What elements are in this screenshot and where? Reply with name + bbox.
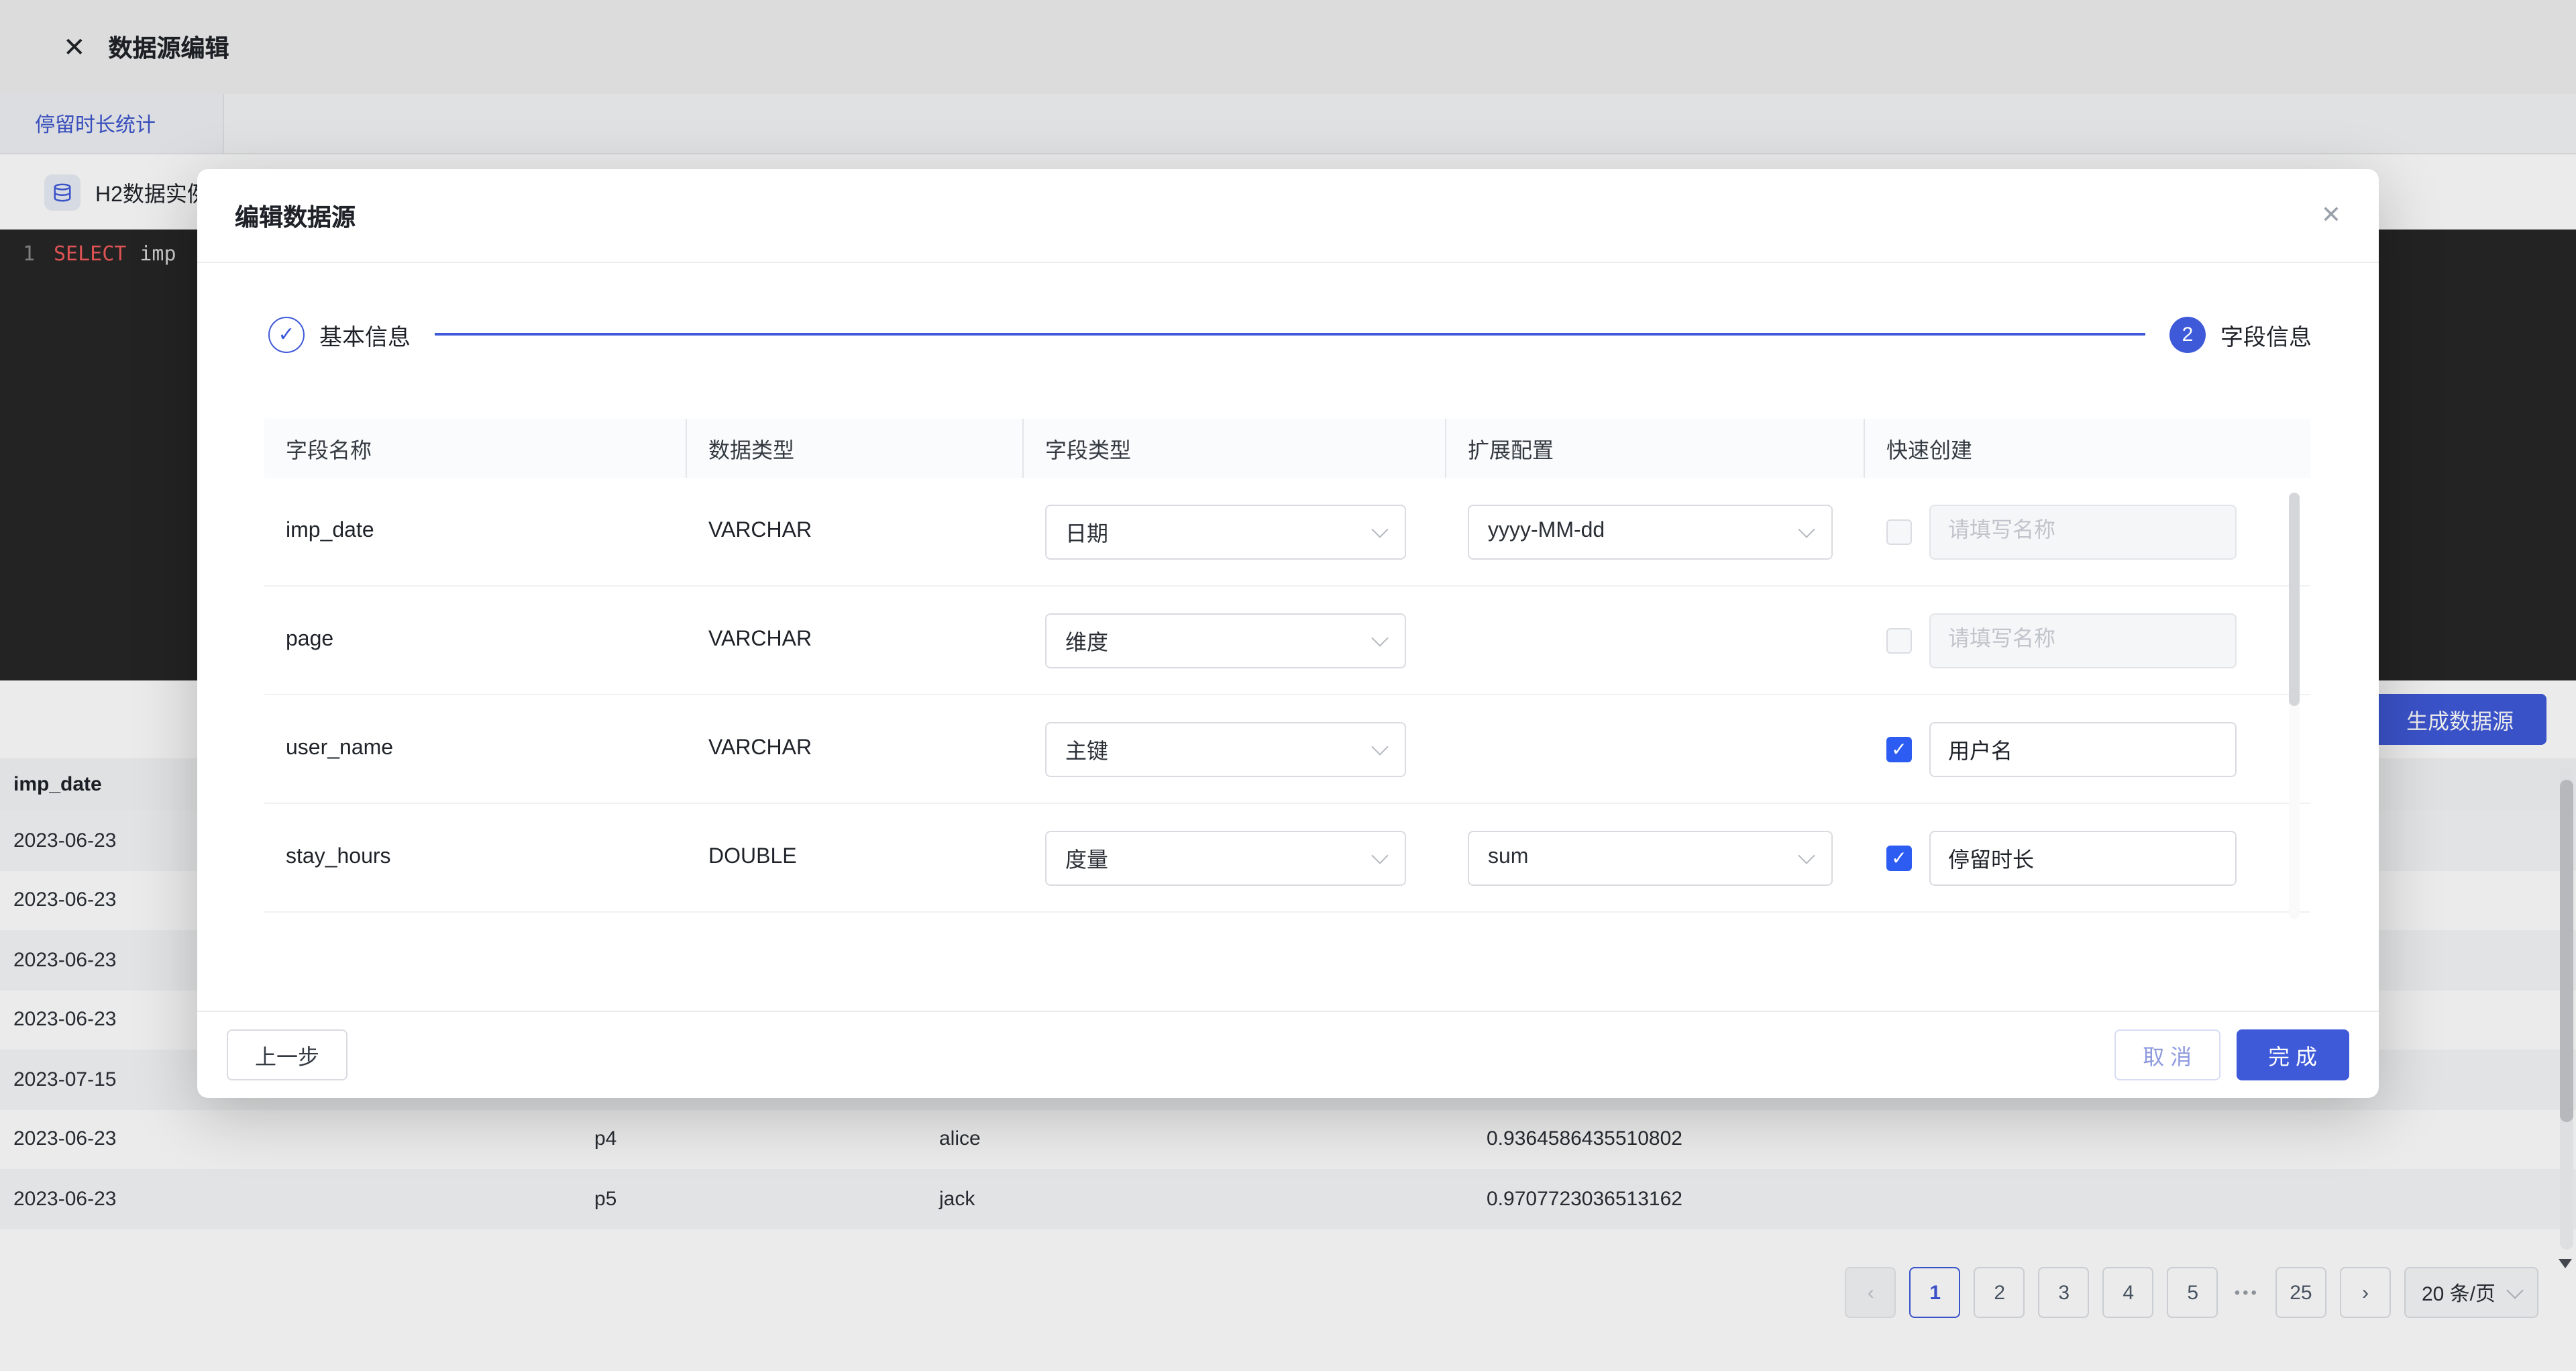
cancel-button[interactable]: 取 消	[2114, 1029, 2220, 1080]
select-value: 度量	[1065, 842, 1108, 874]
field-name: stay_hours	[264, 846, 687, 870]
quick-name-input[interactable]	[1929, 504, 2237, 559]
edit-datasource-modal: 编辑数据源 ✕ ✓ 基本信息 2 字段信息 字段名称 数据类型 字段类型 扩展配…	[197, 169, 2379, 1098]
field-table: 字段名称 数据类型 字段类型 扩展配置 快速创建 imp_date VARCHA…	[264, 419, 2310, 913]
modal-close-icon[interactable]: ✕	[2321, 201, 2341, 230]
chevron-down-icon	[1371, 738, 1388, 754]
check-icon: ✓	[1891, 740, 1907, 758]
field-type-select[interactable]: 维度	[1045, 613, 1406, 668]
data-type: VARCHAR	[687, 628, 1024, 652]
ext-config-select[interactable]: yyyy-MM-dd	[1468, 504, 1833, 559]
field-row-stay-hours: stay_hours DOUBLE 度量 sum ✓	[264, 804, 2310, 913]
select-value: 维度	[1065, 624, 1108, 656]
ext-config-select[interactable]: sum	[1468, 830, 1833, 885]
data-type: DOUBLE	[687, 846, 1024, 870]
quick-name-input[interactable]	[1929, 721, 2237, 776]
quick-create-checkbox[interactable]: ✓	[1886, 845, 1912, 870]
quick-create-checkbox[interactable]: ✓	[1886, 736, 1912, 762]
column-header-ext-config: 扩展配置	[1446, 419, 1865, 478]
done-button[interactable]: 完 成	[2236, 1029, 2349, 1080]
step-label: 基本信息	[319, 317, 411, 351]
modal-title: 编辑数据源	[235, 198, 356, 233]
modal-header: 编辑数据源 ✕	[197, 169, 2379, 263]
screen: ✕ 数据源编辑 停留时长统计 H2数据实例 1 SELECT imp 生成数据源…	[0, 0, 2576, 1371]
select-value: 日期	[1065, 515, 1108, 548]
step-field-info[interactable]: 2 字段信息	[2169, 316, 2312, 352]
select-value: 主键	[1065, 733, 1108, 765]
column-header-data-type: 数据类型	[687, 419, 1024, 478]
step-basic-info[interactable]: ✓ 基本信息	[268, 316, 411, 352]
check-icon: ✓	[1891, 848, 1907, 867]
field-type-select[interactable]: 主键	[1045, 721, 1406, 776]
field-name: user_name	[264, 737, 687, 761]
quick-create-checkbox[interactable]	[1886, 519, 1912, 544]
field-row-user-name: user_name VARCHAR 主键 ✓	[264, 695, 2310, 804]
step-connector	[435, 334, 2145, 336]
quick-create-checkbox[interactable]	[1886, 627, 1912, 653]
field-row-imp-date: imp_date VARCHAR 日期 yyyy-MM-dd	[264, 478, 2310, 587]
quick-name-input[interactable]	[1929, 830, 2237, 885]
field-table-scrollbar[interactable]	[2289, 493, 2300, 919]
field-name: imp_date	[264, 519, 687, 544]
chevron-down-icon	[1798, 846, 1815, 863]
column-header-field-type: 字段类型	[1024, 419, 1446, 478]
select-value: sum	[1488, 846, 1528, 870]
field-table-scrollbar-thumb[interactable]	[2289, 493, 2300, 706]
prev-step-button[interactable]: 上一步	[227, 1029, 347, 1080]
chevron-down-icon	[1371, 629, 1388, 646]
quick-name-input[interactable]	[1929, 613, 2237, 668]
field-type-select[interactable]: 日期	[1045, 504, 1406, 559]
chevron-down-icon	[1798, 520, 1815, 537]
column-header-quick-create: 快速创建	[1865, 419, 2310, 478]
column-header-field-name: 字段名称	[264, 419, 687, 478]
step-done-icon: ✓	[268, 316, 305, 352]
step-label: 字段信息	[2220, 317, 2312, 351]
field-row-page: page VARCHAR 维度	[264, 587, 2310, 695]
step-number: 2	[2169, 316, 2206, 352]
chevron-down-icon	[1371, 846, 1388, 863]
data-type: VARCHAR	[687, 737, 1024, 761]
select-value: yyyy-MM-dd	[1488, 519, 1605, 544]
modal-footer: 上一步 取 消 完 成	[197, 1011, 2379, 1098]
field-table-header: 字段名称 数据类型 字段类型 扩展配置 快速创建	[264, 419, 2310, 478]
chevron-down-icon	[1371, 520, 1388, 537]
data-type: VARCHAR	[687, 519, 1024, 544]
field-type-select[interactable]: 度量	[1045, 830, 1406, 885]
stepper: ✓ 基本信息 2 字段信息	[268, 311, 2312, 357]
field-name: page	[264, 628, 687, 652]
